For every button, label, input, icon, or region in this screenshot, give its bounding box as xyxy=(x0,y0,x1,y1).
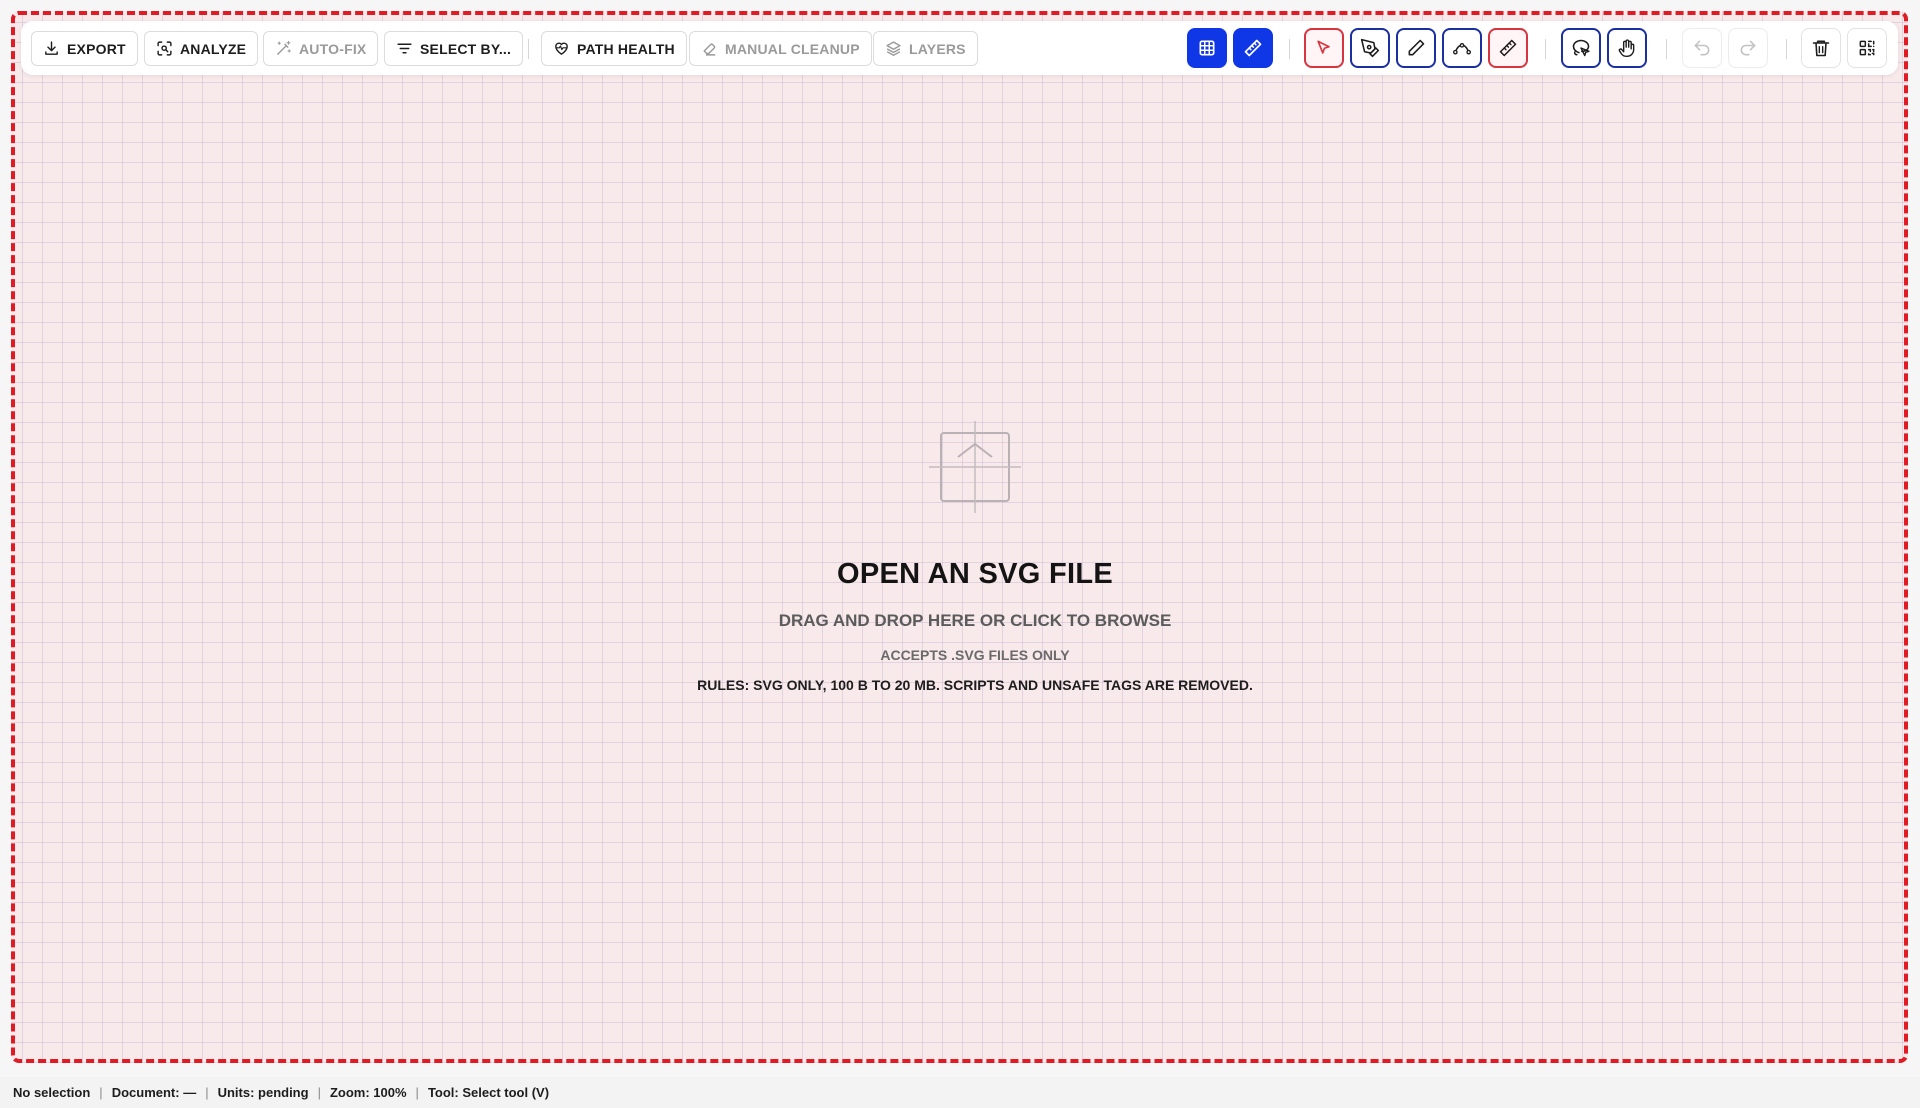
redo-icon xyxy=(1740,40,1756,56)
toolbar-divider xyxy=(1786,39,1787,59)
heart-pulse-icon xyxy=(555,42,568,55)
auto-fix-label: AUTO-FIX xyxy=(299,40,367,57)
qr-scan-icon xyxy=(1859,40,1875,56)
filter-lines-icon xyxy=(397,43,412,54)
layers-icon xyxy=(886,41,901,56)
select-by-button[interactable]: SELECT BY... xyxy=(384,31,524,66)
upload-placeholder-icon xyxy=(929,421,1021,513)
analyze-label: ANALYZE xyxy=(180,40,247,57)
grid-icon xyxy=(1199,40,1215,56)
svg-drop-zone[interactable]: OPEN AN SVG FILE DRAG AND DROP HERE OR C… xyxy=(11,11,1908,1063)
toolbar-divider xyxy=(1545,39,1546,59)
export-label: EXPORT xyxy=(67,40,126,57)
pen-icon xyxy=(1360,38,1380,58)
toolbar-divider xyxy=(1666,39,1667,59)
select-tool-button[interactable] xyxy=(1304,28,1344,68)
path-health-button[interactable]: PATH HEALTH xyxy=(541,31,687,66)
download-icon xyxy=(45,41,58,55)
eraser-icon xyxy=(703,43,716,56)
redo-button[interactable] xyxy=(1728,28,1768,68)
scan-search-icon xyxy=(157,41,172,56)
dropzone-title: OPEN AN SVG FILE xyxy=(836,558,1114,590)
undo-icon xyxy=(1694,40,1710,56)
status-units: Units: pending xyxy=(217,1085,309,1100)
pen-tool-button[interactable] xyxy=(1350,28,1390,68)
hand-icon xyxy=(1618,39,1635,58)
undo-button[interactable] xyxy=(1682,28,1722,68)
dropzone-accepts-note: ACCEPTS .SVG FILES ONLY xyxy=(880,647,1070,663)
main-toolbar: EXPORT ANALYZE AUTO-FIX SELECT BY... PAT… xyxy=(21,21,1898,75)
select-by-label: SELECT BY... xyxy=(420,40,512,57)
pointer-icon xyxy=(1317,40,1330,54)
export-button[interactable]: EXPORT xyxy=(31,31,138,66)
node-edit-tool-button[interactable] xyxy=(1442,28,1482,68)
measure-icon xyxy=(1499,39,1517,57)
status-document: Document: — xyxy=(111,1085,197,1100)
manual-cleanup-label: MANUAL CLEANUP xyxy=(725,40,860,57)
path-health-label: PATH HEALTH xyxy=(577,40,675,57)
grid-toggle-button[interactable] xyxy=(1187,28,1227,68)
app-root: OPEN AN SVG FILE DRAG AND DROP HERE OR C… xyxy=(0,0,1920,1108)
status-selection: No selection xyxy=(13,1085,91,1100)
dropzone-rules-note: RULES: SVG ONLY, 100 B TO 20 MB. SCRIPTS… xyxy=(697,677,1253,693)
status-divider: | xyxy=(317,1085,321,1100)
layers-button[interactable]: LAYERS xyxy=(873,31,978,66)
qr-scan-button[interactable] xyxy=(1847,28,1887,68)
lasso-icon xyxy=(1572,39,1590,57)
manual-cleanup-button[interactable]: MANUAL CLEANUP xyxy=(689,31,872,66)
trash-icon xyxy=(1812,40,1830,57)
layers-label: LAYERS xyxy=(909,40,966,57)
delete-button[interactable] xyxy=(1801,28,1841,68)
pencil-tool-button[interactable] xyxy=(1396,28,1436,68)
dropzone-subtitle: DRAG AND DROP HERE OR CLICK TO BROWSE xyxy=(778,611,1172,630)
pencil-icon xyxy=(1408,39,1425,56)
status-divider: | xyxy=(415,1085,419,1100)
toolbar-divider xyxy=(528,39,529,59)
pan-tool-button[interactable] xyxy=(1607,28,1647,68)
status-divider: | xyxy=(99,1085,103,1100)
status-divider: | xyxy=(205,1085,209,1100)
ruler-toggle-button[interactable] xyxy=(1233,28,1273,68)
node-edit-icon xyxy=(1453,43,1471,55)
auto-fix-button[interactable]: AUTO-FIX xyxy=(263,31,379,66)
lasso-tool-button[interactable] xyxy=(1561,28,1601,68)
status-tool: Tool: Select tool (V) xyxy=(427,1085,550,1100)
status-bar: No selection | Document: — | Units: pend… xyxy=(0,1077,1920,1108)
analyze-button[interactable]: ANALYZE xyxy=(144,31,259,66)
status-zoom: Zoom: 100% xyxy=(329,1085,407,1100)
toolbar-divider xyxy=(1289,39,1290,59)
magic-wand-icon xyxy=(277,40,291,55)
measure-tool-button[interactable] xyxy=(1488,28,1528,68)
ruler-icon xyxy=(1244,39,1262,57)
